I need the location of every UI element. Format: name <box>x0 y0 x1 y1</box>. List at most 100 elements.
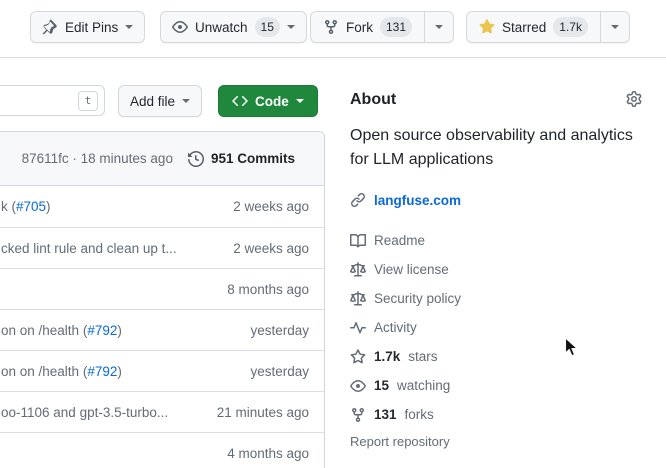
forks-label: forks <box>405 407 434 422</box>
license-label: View license <box>374 262 449 277</box>
commit-message-text: ) <box>46 199 51 214</box>
commit-message-text: ) <box>117 323 122 338</box>
gear-icon <box>626 91 642 107</box>
github-repo-page: Edit Pins Unwatch 15 Fork 131 Starred 1.… <box>0 0 666 468</box>
watchers-count-badge: 15 <box>255 17 280 37</box>
commit-message[interactable]: on on /health (#792) <box>1 364 240 379</box>
code-label: Code <box>255 94 289 109</box>
commit-message-text: ) <box>117 364 122 379</box>
security-policy-label: Security policy <box>374 291 461 306</box>
book-icon <box>350 233 366 249</box>
file-row: on on /health (#792) yesterday <box>0 350 324 391</box>
commit-date[interactable]: 2 weeks ago <box>233 241 309 256</box>
chevron-down-icon <box>125 25 133 29</box>
star-button-group: Starred 1.7k <box>466 11 630 43</box>
commit-time: 18 minutes ago <box>81 151 173 166</box>
commit-date[interactable]: 4 months ago <box>227 446 309 461</box>
commit-message-text: oo-1106 and gpt-3.5-turbo... <box>1 405 168 420</box>
license-link[interactable]: View license <box>350 255 461 284</box>
chevron-down-icon <box>287 25 295 29</box>
readme-label: Readme <box>374 233 425 248</box>
stars-label: stars <box>408 349 437 364</box>
pulse-icon <box>350 320 366 336</box>
latest-commit-info: 87611fc · 18 minutes ago <box>22 151 173 166</box>
stars-stat-link[interactable]: 1.7k stars <box>350 342 461 371</box>
fork-dropdown-button[interactable] <box>424 12 453 42</box>
repo-description: Open source observability and analytics … <box>350 124 652 172</box>
forks-stat-link[interactable]: 131 forks <box>350 400 461 429</box>
issue-link[interactable]: #705 <box>16 199 46 214</box>
repo-forked-icon <box>350 407 366 423</box>
commit-message[interactable]: oo-1106 and gpt-3.5-turbo... <box>1 405 207 420</box>
eye-icon <box>172 19 188 35</box>
add-file-button[interactable]: Add file <box>118 85 202 117</box>
commit-date[interactable]: 2 weeks ago <box>233 199 309 214</box>
law-icon <box>350 262 366 278</box>
code-button[interactable]: Code <box>218 85 318 117</box>
repo-forked-icon <box>323 19 339 35</box>
report-repository-link[interactable]: Report repository <box>350 434 450 449</box>
history-icon <box>188 151 204 167</box>
header-divider <box>0 57 666 58</box>
issue-link[interactable]: #792 <box>87 364 117 379</box>
latest-commit-bar: 87611fc · 18 minutes ago 951 Commits <box>0 132 324 186</box>
commits-count: 951 Commits <box>211 151 295 166</box>
edit-pins-label: Edit Pins <box>65 20 118 35</box>
about-links: Readme View license Security policy Acti… <box>350 226 461 429</box>
commit-message-text: cked lint rule and clean up t... <box>1 241 177 256</box>
activity-label: Activity <box>374 320 417 335</box>
repo-settings-button[interactable] <box>626 91 642 110</box>
mouse-cursor <box>564 337 578 358</box>
activity-link[interactable]: Activity <box>350 313 461 342</box>
commit-message[interactable]: cked lint rule and clean up t... <box>1 241 223 256</box>
chevron-down-icon <box>611 25 619 29</box>
issue-link[interactable]: #792 <box>87 323 117 338</box>
star-count-badge: 1.7k <box>553 17 588 37</box>
commit-message-text: on on /health ( <box>1 323 87 338</box>
starred-label: Starred <box>502 20 546 35</box>
watching-count: 15 <box>374 378 389 393</box>
commit-separator: · <box>72 151 77 166</box>
commit-history-link[interactable]: 951 Commits <box>188 151 295 167</box>
file-row: k (#705) 2 weeks ago <box>0 186 324 227</box>
stars-count: 1.7k <box>374 349 400 364</box>
add-file-label: Add file <box>130 94 175 109</box>
commit-date[interactable]: yesterday <box>250 364 309 379</box>
about-title: About <box>350 91 652 109</box>
file-table: 87611fc · 18 minutes ago 951 Commits k (… <box>0 131 325 468</box>
about-sidebar: About Open source observability and anal… <box>350 91 652 109</box>
unwatch-label: Unwatch <box>195 20 248 35</box>
readme-link[interactable]: Readme <box>350 226 461 255</box>
chevron-down-icon <box>435 25 443 29</box>
link-icon <box>350 192 366 208</box>
security-policy-link[interactable]: Security policy <box>350 284 461 313</box>
law-icon <box>350 291 366 307</box>
watching-stat-link[interactable]: 15 watching <box>350 371 461 400</box>
edit-pins-button[interactable]: Edit Pins <box>30 11 145 43</box>
forks-count: 131 <box>374 407 397 422</box>
starred-button[interactable]: Starred 1.7k <box>467 12 600 42</box>
star-dropdown-button[interactable] <box>600 12 629 42</box>
fork-count-badge: 131 <box>380 17 412 37</box>
fork-button[interactable]: Fork 131 <box>311 12 424 42</box>
commit-message-text: on on /health ( <box>1 364 87 379</box>
star-filled-icon <box>479 19 495 35</box>
commit-date[interactable]: yesterday <box>250 323 309 338</box>
star-icon <box>350 349 366 365</box>
commit-date[interactable]: 8 months ago <box>227 282 309 297</box>
commit-date[interactable]: 21 minutes ago <box>217 405 309 420</box>
watching-label: watching <box>397 378 450 393</box>
website-label: langfuse.com <box>374 193 461 208</box>
fork-label: Fork <box>346 20 373 35</box>
commit-message[interactable]: on on /health (#792) <box>1 323 240 338</box>
file-row: oo-1106 and gpt-3.5-turbo... 21 minutes … <box>0 391 324 432</box>
file-row: on on /health (#792) yesterday <box>0 309 324 350</box>
commit-hash: 87611fc <box>22 151 69 166</box>
pin-icon <box>42 19 58 35</box>
repo-website-link[interactable]: langfuse.com <box>350 192 461 208</box>
unwatch-button[interactable]: Unwatch 15 <box>160 11 307 43</box>
commit-message[interactable]: k (#705) <box>1 199 223 214</box>
chevron-down-icon <box>296 99 304 103</box>
go-to-file-input[interactable]: t <box>0 85 105 116</box>
commit-message-text: k ( <box>1 199 16 214</box>
